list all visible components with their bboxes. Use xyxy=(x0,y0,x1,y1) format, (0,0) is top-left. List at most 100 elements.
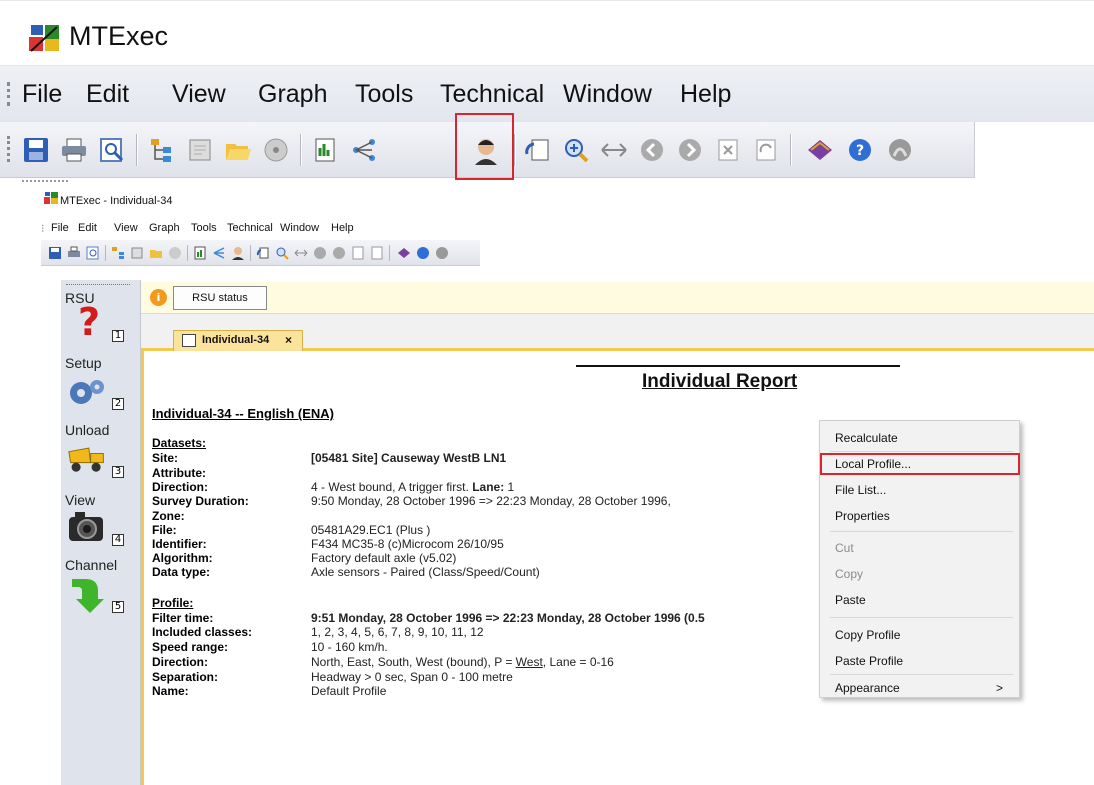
sync-page-icon-small[interactable] xyxy=(369,245,385,261)
pan-arrows-icon-small[interactable] xyxy=(293,245,309,261)
dataset-key: Survey Duration: xyxy=(152,494,249,508)
refresh-report-icon-small[interactable] xyxy=(255,245,271,261)
menu-item-properties[interactable]: Properties xyxy=(835,509,890,523)
zoom-menu-file[interactable]: File xyxy=(22,80,62,109)
menu-item-paste[interactable]: Paste xyxy=(835,593,866,607)
profile-title: Profile: xyxy=(152,596,194,610)
sidebar-label-setup[interactable]: Setup xyxy=(65,355,102,371)
gears-icon[interactable] xyxy=(67,374,107,412)
sidebar-label-view[interactable]: View xyxy=(65,492,95,508)
green-arrow-icon[interactable] xyxy=(67,576,107,614)
print-icon-small[interactable] xyxy=(66,245,82,261)
open-folder-icon-small[interactable] xyxy=(148,245,164,261)
menu-technical[interactable]: Technical xyxy=(227,222,273,234)
menu-item-paste-profile[interactable]: Paste Profile xyxy=(835,654,903,668)
manual-book-icon-small[interactable] xyxy=(396,245,412,261)
dataset-value: Axle sensors - Paired (Class/Speed/Count… xyxy=(311,565,540,579)
save-icon[interactable] xyxy=(20,134,52,166)
refresh-report-icon[interactable] xyxy=(522,134,554,166)
dataset-key: Zone: xyxy=(152,509,185,523)
menu-tools[interactable]: Tools xyxy=(191,222,217,234)
zoom-menu-technical[interactable]: Technical xyxy=(440,80,544,109)
tree-structure-icon-small[interactable] xyxy=(110,245,126,261)
manual-book-icon[interactable] xyxy=(804,134,836,166)
mtexec-app-icon-small xyxy=(44,192,58,204)
question-mark-icon[interactable]: ? xyxy=(69,301,109,341)
dataset-key: Identifier: xyxy=(152,537,207,551)
disk-icon-small[interactable] xyxy=(167,245,183,261)
menu-item-recalculate[interactable]: Recalculate xyxy=(835,431,898,445)
toolbar-grip[interactable] xyxy=(7,136,10,162)
zoom-in-icon[interactable] xyxy=(560,134,592,166)
menu-item-copy-profile[interactable]: Copy Profile xyxy=(835,628,900,642)
print-preview-icon-small[interactable] xyxy=(85,245,101,261)
print-preview-icon[interactable] xyxy=(96,134,128,166)
dump-truck-icon[interactable] xyxy=(67,440,107,478)
help-icon-small[interactable] xyxy=(415,245,431,261)
dataset-key: Attribute: xyxy=(152,466,206,480)
zoom-menu-edit[interactable]: Edit xyxy=(86,80,129,109)
sidebar-num-3: 3 xyxy=(112,466,124,478)
zoom-menu-window[interactable]: Window xyxy=(563,80,652,109)
report-icon[interactable] xyxy=(310,134,342,166)
sidebar-label-channel[interactable]: Channel xyxy=(65,557,117,573)
tab-close-icon[interactable]: × xyxy=(285,333,292,347)
tree-structure-icon[interactable] xyxy=(146,134,178,166)
title-rule xyxy=(576,365,900,367)
forward-icon[interactable] xyxy=(674,134,706,166)
tab-individual-34[interactable]: Individual-34 × xyxy=(173,330,303,351)
menubar: ⁝ File Edit View Graph Tools Technical W… xyxy=(41,218,1094,240)
sync-page-icon[interactable] xyxy=(750,134,782,166)
zoom-menu-graph[interactable]: Graph xyxy=(258,80,327,109)
zoom-menu-tools[interactable]: Tools xyxy=(355,80,413,109)
menubar-grip[interactable] xyxy=(7,82,10,106)
close-page-icon-small[interactable] xyxy=(350,245,366,261)
disk-icon[interactable] xyxy=(260,134,292,166)
open-folder-icon[interactable] xyxy=(222,134,254,166)
zoom-in-icon-small[interactable] xyxy=(274,245,290,261)
sidebar-num-5: 5 xyxy=(112,601,124,613)
local-profile-tool-icon-small[interactable] xyxy=(230,245,246,261)
close-page-icon[interactable] xyxy=(712,134,744,166)
menu-window[interactable]: Window xyxy=(280,222,319,234)
menu-item-cut[interactable]: Cut xyxy=(835,541,854,555)
help-icon[interactable]: ? xyxy=(844,134,876,166)
report-title: Individual Report xyxy=(642,371,798,392)
zoom-titlebar: MTExec xyxy=(0,0,1094,66)
menu-help[interactable]: Help xyxy=(331,222,354,234)
sidebar-num-1: 1 xyxy=(112,330,124,342)
back-icon-small[interactable] xyxy=(312,245,328,261)
window-title: MTExec - Individual-34 xyxy=(60,195,173,207)
camera-icon[interactable] xyxy=(67,508,107,546)
zoom-app-title: MTExec xyxy=(69,21,169,51)
zoom-menu-help[interactable]: Help xyxy=(680,80,731,109)
sidebar-label-unload[interactable]: Unload xyxy=(65,422,109,438)
network-icon[interactable] xyxy=(348,134,380,166)
network-icon-small[interactable] xyxy=(211,245,227,261)
menu-item-copy[interactable]: Copy xyxy=(835,567,863,581)
menu-view[interactable]: View xyxy=(114,222,138,234)
print-icon[interactable] xyxy=(58,134,90,166)
notepad-icon[interactable] xyxy=(184,134,216,166)
menubar-grip-small[interactable]: ⁝ xyxy=(41,222,45,235)
back-icon[interactable] xyxy=(636,134,668,166)
profile-key: Included classes: xyxy=(152,625,253,639)
notepad-icon-small[interactable] xyxy=(129,245,145,261)
document-tabstrip: Individual-34 × xyxy=(141,314,1094,351)
menu-item-local-profile[interactable]: Local Profile... xyxy=(835,457,911,471)
rsu-status-button[interactable]: RSU status xyxy=(173,286,267,310)
pan-arrows-icon[interactable] xyxy=(598,134,630,166)
forward-icon-small[interactable] xyxy=(331,245,347,261)
report-icon-small[interactable] xyxy=(192,245,208,261)
menu-file[interactable]: File xyxy=(51,222,69,234)
menu-graph[interactable]: Graph xyxy=(149,222,180,234)
menu-edit[interactable]: Edit xyxy=(78,222,97,234)
svg-text:?: ? xyxy=(78,301,100,341)
save-icon-small[interactable] xyxy=(47,245,63,261)
zoom-menu-view[interactable]: View xyxy=(172,80,226,109)
menu-item-file-list[interactable]: File List... xyxy=(835,483,886,497)
menu-item-appearance[interactable]: Appearance xyxy=(835,681,900,695)
report-doc-icon xyxy=(182,334,196,347)
about-icon-small[interactable] xyxy=(434,245,450,261)
about-icon[interactable] xyxy=(884,134,916,166)
